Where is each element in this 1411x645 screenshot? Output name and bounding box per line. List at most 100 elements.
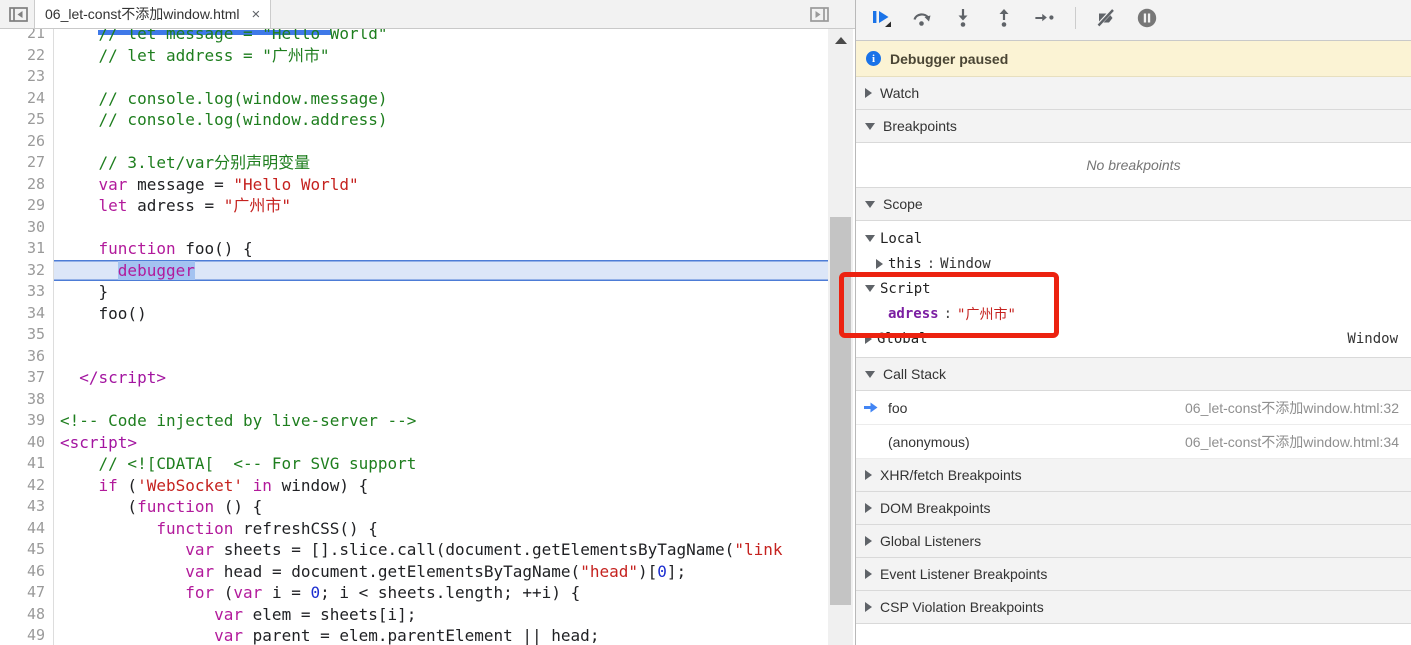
code-token	[60, 476, 99, 495]
line-number[interactable]: 26	[0, 131, 54, 153]
code-text[interactable]: // console.log(window.address)	[54, 109, 828, 131]
line-number[interactable]: 23	[0, 66, 54, 88]
line-number[interactable]: 24	[0, 88, 54, 110]
code-text[interactable]: var elem = sheets[i];	[54, 604, 828, 626]
code-text[interactable]: var parent = elem.parentElement || head;	[54, 625, 828, 645]
scrollbar-thumb[interactable]	[830, 217, 851, 605]
code-text[interactable]: // console.log(window.message)	[54, 88, 828, 110]
step-into-button[interactable]	[952, 8, 974, 28]
line-number[interactable]: 22	[0, 45, 54, 67]
section-header-dom-breakpoints[interactable]: DOM Breakpoints	[856, 492, 1411, 525]
scope-row-local[interactable]: Local	[856, 226, 1411, 251]
line-number[interactable]: 21	[0, 29, 54, 45]
code-text[interactable]	[54, 131, 828, 153]
line-number[interactable]: 45	[0, 539, 54, 561]
code-text[interactable]: for (var i = 0; i < sheets.length; ++i) …	[54, 582, 828, 604]
code-text[interactable]: if ('WebSocket' in window) {	[54, 475, 828, 497]
pause-on-exceptions-button[interactable]	[1136, 8, 1158, 28]
line-number[interactable]: 46	[0, 561, 54, 583]
code-text[interactable]: // let address = "广州市"	[54, 45, 828, 67]
code-text[interactable]	[54, 324, 828, 346]
code-editor[interactable]: 21 // let message = "Hello World"22 // l…	[0, 29, 855, 645]
line-number[interactable]: 25	[0, 109, 54, 131]
tab-close-icon[interactable]: ×	[252, 7, 261, 22]
line-number[interactable]: 30	[0, 217, 54, 239]
code-token	[60, 239, 99, 258]
code-text[interactable]: <!-- Code injected by live-server -->	[54, 410, 828, 432]
scope-row-global[interactable]: GlobalWindow	[856, 326, 1411, 351]
line-number[interactable]: 27	[0, 152, 54, 174]
line-number[interactable]: 36	[0, 346, 54, 368]
deactivate-breakpoints-button[interactable]	[1095, 8, 1117, 28]
section-header-breakpoints[interactable]: Breakpoints	[856, 110, 1411, 143]
section-header-watch[interactable]: Watch	[856, 77, 1411, 110]
line-number[interactable]: 39	[0, 410, 54, 432]
line-number[interactable]: 28	[0, 174, 54, 196]
editor-scrollbar[interactable]	[828, 29, 853, 645]
code-text[interactable]: // let message = "Hello World"	[54, 29, 828, 45]
frame-location[interactable]: 06_let-const不添加window.html:34	[1185, 432, 1399, 452]
editor-tab[interactable]: 06_let-const不添加window.html ×	[34, 0, 271, 28]
line-number[interactable]: 42	[0, 475, 54, 497]
step-over-button[interactable]	[911, 8, 933, 28]
frame-location[interactable]: 06_let-const不添加window.html:32	[1185, 398, 1399, 418]
line-number[interactable]: 31	[0, 238, 54, 260]
step-button[interactable]	[1034, 8, 1056, 28]
code-text[interactable]	[54, 346, 828, 368]
code-line: 42 if ('WebSocket' in window) {	[0, 475, 828, 497]
code-text[interactable]: // 3.let/var分别声明变量	[54, 152, 828, 174]
line-number[interactable]: 40	[0, 432, 54, 454]
line-number[interactable]: 48	[0, 604, 54, 626]
line-number[interactable]: 44	[0, 518, 54, 540]
section-header-scope[interactable]: Scope	[856, 188, 1411, 221]
section-header-event-listener-breakpoints[interactable]: Event Listener Breakpoints	[856, 558, 1411, 591]
code-text[interactable]: <script>	[54, 432, 828, 454]
line-number[interactable]: 34	[0, 303, 54, 325]
section-header-csp-violation-breakpoints[interactable]: CSP Violation Breakpoints	[856, 591, 1411, 624]
scope-row-this[interactable]: this: Window	[856, 251, 1411, 276]
line-number[interactable]: 35	[0, 324, 54, 346]
code-text[interactable]: </script>	[54, 367, 828, 389]
section-header-global-listeners[interactable]: Global Listeners	[856, 525, 1411, 558]
code-text-current-line[interactable]: debugger	[54, 260, 828, 282]
line-number[interactable]: 33	[0, 281, 54, 303]
deactivate-breakpoints-icon	[1095, 8, 1117, 28]
line-number[interactable]: 43	[0, 496, 54, 518]
step-out-button[interactable]	[993, 8, 1015, 28]
code-text[interactable]: (function () {	[54, 496, 828, 518]
line-number[interactable]: 41	[0, 453, 54, 475]
line-number[interactable]: 29	[0, 195, 54, 217]
code-line: 40<script>	[0, 432, 828, 454]
show-debugger-sidebar-icon[interactable]	[809, 6, 829, 22]
section-header-xhr-fetch-breakpoints[interactable]: XHR/fetch Breakpoints	[856, 459, 1411, 492]
section-header-call-stack[interactable]: Call Stack	[856, 358, 1411, 391]
code-text[interactable]: var sheets = [].slice.call(document.getE…	[54, 539, 828, 561]
line-number[interactable]: 47	[0, 582, 54, 604]
show-navigator-icon[interactable]	[8, 6, 28, 22]
code-text[interactable]: // <![CDATA[ <-- For SVG support	[54, 453, 828, 475]
code-text[interactable]: var message = "Hello World"	[54, 174, 828, 196]
code-text[interactable]: function foo() {	[54, 238, 828, 260]
code-line: 45 var sheets = [].slice.call(document.g…	[0, 539, 828, 561]
line-number[interactable]: 38	[0, 389, 54, 411]
code-text[interactable]	[54, 217, 828, 239]
code-token: let	[99, 196, 128, 215]
code-text[interactable]: var head = document.getElementsByTagName…	[54, 561, 828, 583]
code-text[interactable]: }	[54, 281, 828, 303]
scrollbar-up-button[interactable]	[828, 29, 853, 51]
scope-row-script[interactable]: Script	[856, 276, 1411, 301]
code-text[interactable]: let adress = "广州市"	[54, 195, 828, 217]
line-number[interactable]: 32	[0, 260, 54, 282]
code-text[interactable]	[54, 66, 828, 88]
scope-item-name: Script	[880, 281, 931, 297]
code-text[interactable]	[54, 389, 828, 411]
code-text[interactable]: function refreshCSS() {	[54, 518, 828, 540]
code-text[interactable]: foo()	[54, 303, 828, 325]
scope-row-adress[interactable]: adress: "广州市"	[856, 301, 1411, 326]
line-number[interactable]: 49	[0, 625, 54, 645]
code-token: )[	[638, 562, 657, 581]
call-stack-frame[interactable]: foo06_let-const不添加window.html:32	[856, 391, 1411, 425]
resume-button[interactable]	[870, 8, 892, 28]
call-stack-frame[interactable]: (anonymous)06_let-const不添加window.html:34	[856, 425, 1411, 459]
line-number[interactable]: 37	[0, 367, 54, 389]
